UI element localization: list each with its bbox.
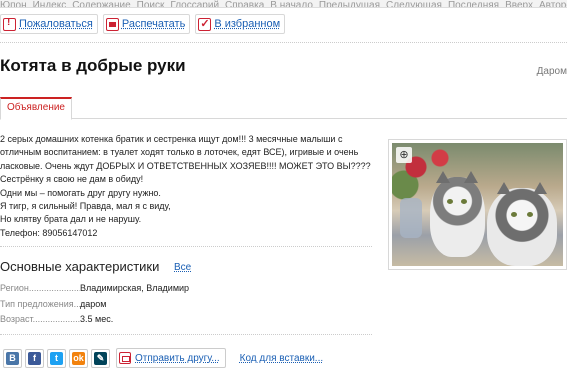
printer-icon: [105, 17, 119, 31]
kitten-left: [430, 171, 485, 257]
divider: [0, 246, 372, 247]
action-toolbar: Пожаловаться Распечатать В избранном: [0, 13, 290, 35]
description-line: 2 серых домашних котенка братик и сестре…: [0, 134, 343, 144]
characteristic-row: Возраст...................... 3.5 мес.: [0, 312, 189, 328]
characteristic-key: Регион......................: [0, 283, 80, 293]
ear: [464, 171, 478, 183]
description-line: ласковые. Очень ждут ДОБРЫХ И ОТВЕТСТВЕН…: [0, 160, 371, 171]
price-type: Даром: [536, 66, 567, 77]
eye: [511, 212, 517, 217]
send-to-friend-button[interactable]: Отправить другу...: [116, 348, 226, 368]
page-title: Котята в добрые руки: [0, 56, 186, 75]
characteristics-list: Регион...................... Владимирская…: [0, 281, 189, 328]
share-bar: Bf t ok ✎ Отправить другу... Код для вставк…: [0, 346, 323, 370]
characteristic-value: даром: [80, 298, 107, 309]
divider: [0, 42, 567, 43]
checkmark-icon: [198, 17, 212, 31]
characteristic-value: Владимирская, Владимир: [80, 283, 190, 293]
topnav-item[interactable]: Глоссарий: [170, 0, 219, 7]
characteristic-key: Возраст......................: [0, 314, 80, 324]
twitter-share-button[interactable]: t: [47, 348, 66, 368]
send-to-friend-label: Отправить другу...: [135, 352, 220, 364]
ear: [436, 171, 450, 183]
show-all-link[interactable]: Все: [174, 262, 191, 273]
characteristic-key: Тип предложения..........: [0, 298, 80, 309]
tab-bar: Объявление: [0, 97, 567, 120]
kitten-right: [487, 182, 557, 266]
ear: [497, 182, 511, 194]
livejournal-icon: ✎: [94, 351, 107, 365]
tab-listing[interactable]: Объявление: [0, 97, 72, 120]
kittens-photo: ⊕: [392, 143, 563, 266]
eye: [461, 199, 467, 204]
zoom-icon[interactable]: ⊕: [396, 147, 412, 163]
twitter-icon: t: [50, 351, 63, 365]
topnav-item[interactable]: Содержание: [72, 0, 130, 7]
description-line: Я тигр, я сильный! Правда, мал я с виду,: [0, 201, 171, 212]
eye: [447, 199, 453, 204]
facebook-icon: f: [28, 351, 41, 365]
description-line: Телефон: 89056147012: [0, 227, 98, 238]
warning-icon: [3, 17, 16, 31]
topnav-item[interactable]: Последняя: [448, 0, 499, 7]
envelope-icon: [119, 352, 131, 364]
topnav-item[interactable]: Вверх: [505, 0, 533, 7]
characteristic-row: Регион...................... Владимирская…: [0, 281, 189, 297]
topnav-item[interactable]: В начало: [270, 0, 313, 7]
ear: [533, 182, 547, 194]
print-label: Распечатать: [121, 18, 186, 30]
vk-share-button[interactable]: B: [3, 348, 22, 368]
complain-label: Пожаловаться: [19, 18, 93, 30]
topnav-item[interactable]: Индекс: [33, 0, 67, 7]
odnoklassniki-share-button[interactable]: ok: [69, 348, 88, 368]
topnav-item[interactable]: Следующая: [386, 0, 442, 7]
favorites-button[interactable]: В избранном: [195, 14, 286, 34]
topnav-item[interactable]: Справка: [225, 0, 264, 7]
topnav-item[interactable]: Поиск: [137, 0, 165, 7]
characteristic-value: 3.5 мес.: [80, 314, 114, 324]
eye: [527, 212, 533, 217]
livejournal-share-button[interactable]: ✎: [91, 348, 110, 368]
complain-button[interactable]: Пожаловаться: [0, 14, 98, 34]
description-line: отличным воспитанием: в туалет ходят тол…: [0, 147, 359, 158]
top-navigation: Юпон Индекс Содержание Поиск Глоссарий Справк…: [0, 0, 567, 8]
description-line: Сестрёнку я свою не дам в обиду!: [0, 174, 144, 185]
odnoklassniki-icon: ok: [72, 351, 85, 365]
characteristic-row: Тип предложения..........даром: [0, 297, 189, 313]
characteristics-title: Основные характеристики: [0, 259, 160, 274]
divider: [0, 334, 372, 335]
description-line: Но клятву брата дал и не нарушу.: [0, 214, 142, 225]
print-button[interactable]: Распечатать: [102, 14, 191, 34]
topnav-item[interactable]: Предыдущая: [319, 0, 380, 7]
description-line: Одни мы – помогать друг другу нужно.: [0, 187, 161, 198]
listing-description: 2 серых домашних котенка братик и сестре…: [0, 133, 375, 240]
topnav-item[interactable]: Юпон: [0, 0, 27, 7]
facebook-share-button[interactable]: f: [25, 348, 44, 368]
embed-code-link[interactable]: Код для вставки...: [240, 353, 323, 364]
listing-photo[interactable]: ⊕: [388, 139, 567, 270]
favorites-label: В избранном: [214, 18, 281, 30]
vase-decor: [400, 198, 422, 238]
vk-icon: B: [6, 351, 19, 365]
topnav-item[interactable]: Авторские права: [539, 0, 567, 7]
